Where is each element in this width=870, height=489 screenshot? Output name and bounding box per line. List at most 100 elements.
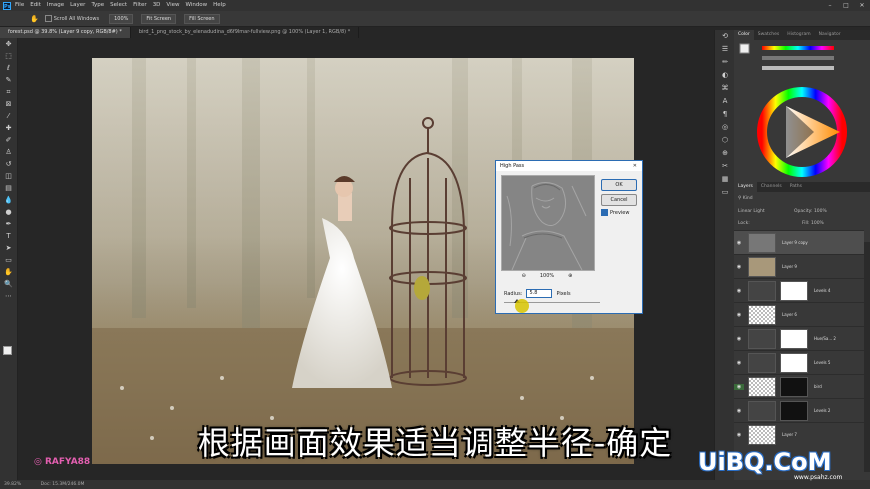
maximize-icon[interactable]: □ xyxy=(838,0,854,11)
menu-window[interactable]: Window xyxy=(185,0,207,11)
properties-icon[interactable]: ☰ xyxy=(715,43,735,56)
move-tool-icon[interactable]: ✥ xyxy=(0,38,17,50)
gradient-tool-icon[interactable]: ▤ xyxy=(0,182,17,194)
menu-view[interactable]: View xyxy=(166,0,179,11)
styles-icon[interactable]: ⌘ xyxy=(715,82,735,95)
dodge-tool-icon[interactable]: ● xyxy=(0,206,17,218)
menu-image[interactable]: Image xyxy=(47,0,64,11)
type-tool-icon[interactable]: T xyxy=(0,230,17,242)
cancel-button[interactable]: Cancel xyxy=(601,194,637,206)
visibility-icon[interactable]: ◉ xyxy=(734,240,744,246)
crop-tool-icon[interactable]: ⌗ xyxy=(0,86,17,98)
history-icon[interactable]: ⟲ xyxy=(715,30,735,43)
layer-row[interactable]: ◉ Levels 5 xyxy=(734,350,864,374)
quick-select-tool-icon[interactable]: ✎ xyxy=(0,74,17,86)
fill-value[interactable]: 100% xyxy=(811,221,824,226)
layer-row[interactable]: ◉ bird xyxy=(734,374,864,398)
hand-tool-icon-2[interactable]: ✋ xyxy=(0,266,17,278)
layer-name: Levels 2 xyxy=(814,408,831,413)
eraser-tool-icon[interactable]: ◫ xyxy=(0,170,17,182)
dialog-titlebar[interactable]: High Pass ✕ xyxy=(496,161,642,171)
shape-tool-icon[interactable]: ▭ xyxy=(0,254,17,266)
timeline-icon[interactable]: ▭ xyxy=(715,186,735,199)
close-icon[interactable]: ✕ xyxy=(633,161,637,171)
tab-paths[interactable]: Paths xyxy=(786,182,806,192)
zoom-out-icon[interactable]: ⊖ xyxy=(522,273,526,279)
visibility-icon[interactable]: ◉ xyxy=(734,312,744,318)
paths-icon[interactable]: ✂ xyxy=(715,160,735,173)
pen-tool-icon[interactable]: ✒ xyxy=(0,218,17,230)
character-icon[interactable]: A xyxy=(715,95,735,108)
menu-edit[interactable]: Edit xyxy=(30,0,41,11)
layer-row[interactable]: ◉ Layer 9 copy xyxy=(734,230,864,254)
tab-color[interactable]: Color xyxy=(734,30,754,40)
libraries-icon[interactable]: ◎ xyxy=(715,121,735,134)
close-icon[interactable]: ✕ xyxy=(854,0,870,11)
layer-filter[interactable]: ⚲ Kind xyxy=(738,196,753,201)
scroll-all-windows-checkbox[interactable]: Scroll All Windows xyxy=(44,15,99,22)
radius-control: Radius: 5.8 Pixels xyxy=(504,289,571,298)
visibility-icon[interactable]: ◉ xyxy=(734,264,744,270)
menu-help[interactable]: Help xyxy=(213,0,226,11)
ok-button[interactable]: OK xyxy=(601,179,637,191)
tab-channels[interactable]: Channels xyxy=(757,182,786,192)
clone-stamp-tool-icon[interactable]: ♙ xyxy=(0,146,17,158)
zoom-100-button[interactable]: 100% xyxy=(109,13,134,24)
lasso-tool-icon[interactable]: ℓ xyxy=(0,62,17,74)
tab-navigator[interactable]: Navigator xyxy=(815,30,845,40)
visibility-icon[interactable]: ◉ xyxy=(734,408,744,414)
filter-preview[interactable] xyxy=(501,175,595,271)
zoom-in-icon[interactable]: ⊕ xyxy=(568,273,572,279)
path-select-tool-icon[interactable]: ➤ xyxy=(0,242,17,254)
adjustments-icon[interactable]: ◐ xyxy=(715,69,735,82)
tab-bird[interactable]: bird_1_png_stock_by_elenadudina_d6f9lmar… xyxy=(131,27,360,38)
frame-tool-icon[interactable]: ⊠ xyxy=(0,98,17,110)
layer-row[interactable]: ◉ Levels 4 xyxy=(734,278,864,302)
menu-layer[interactable]: Layer xyxy=(70,0,85,11)
marquee-tool-icon[interactable]: ⬚ xyxy=(0,50,17,62)
tab-layers[interactable]: Layers xyxy=(734,182,757,192)
minimize-icon[interactable]: – xyxy=(822,0,838,11)
fill-screen-button[interactable]: Fill Screen xyxy=(184,13,220,24)
healing-brush-tool-icon[interactable]: ✚ xyxy=(0,122,17,134)
visibility-icon[interactable]: ◉ xyxy=(734,336,744,342)
brush-tool-icon[interactable]: ✐ xyxy=(0,134,17,146)
menu-file[interactable]: File xyxy=(15,0,24,11)
history-brush-tool-icon[interactable]: ↺ xyxy=(0,158,17,170)
visibility-icon[interactable]: ◉ xyxy=(734,360,744,366)
tab-forest[interactable]: forest.psd @ 39.8% (Layer 9 copy, RGB/8#… xyxy=(0,27,131,38)
zoom-tool-icon[interactable]: 🔍 xyxy=(0,278,17,290)
blur-tool-icon[interactable]: 💧 xyxy=(0,194,17,206)
layer-row[interactable]: ◉ Layer 6 xyxy=(734,302,864,326)
color-wheel-illustration[interactable] xyxy=(734,40,870,182)
menu-filter[interactable]: Filter xyxy=(133,0,147,11)
document-tabs: forest.psd @ 39.8% (Layer 9 copy, RGB/8#… xyxy=(0,27,730,38)
menu-select[interactable]: Select xyxy=(110,0,127,11)
status-zoom[interactable]: 39.82% xyxy=(4,482,21,487)
menu-type[interactable]: Type xyxy=(91,0,104,11)
foreground-color-swatch[interactable] xyxy=(3,346,12,355)
glyphs-icon[interactable]: ⊕ xyxy=(715,147,735,160)
tab-swatches[interactable]: Swatches xyxy=(754,30,784,40)
visibility-icon[interactable]: ◉ xyxy=(734,383,744,390)
radius-input[interactable]: 5.8 xyxy=(526,289,553,298)
blend-mode-select[interactable]: Linear Light xyxy=(738,209,765,214)
swatches-icon[interactable]: ▦ xyxy=(715,173,735,186)
menu-bar: Ps File Edit Image Layer Type Select Fil… xyxy=(0,0,870,11)
layer-row[interactable]: ◉ Layer 9 xyxy=(734,254,864,278)
paragraph-icon[interactable]: ¶ xyxy=(715,108,735,121)
visibility-icon[interactable]: ◉ xyxy=(734,288,744,294)
more-tools-icon[interactable]: ⋯ xyxy=(0,290,17,302)
eyedropper-tool-icon[interactable]: ⁄ xyxy=(0,110,17,122)
fill-control[interactable]: Fill: 100% xyxy=(802,221,824,226)
3d-icon[interactable]: ⬡ xyxy=(715,134,735,147)
brush-settings-icon[interactable]: ✏ xyxy=(715,56,735,69)
opacity-value[interactable]: 100% xyxy=(814,209,827,214)
opacity-control[interactable]: Opacity: 100% xyxy=(794,209,827,214)
tab-histogram[interactable]: Histogram xyxy=(783,30,814,40)
hand-tool-icon[interactable]: ✋ xyxy=(30,15,39,23)
preview-checkbox[interactable]: Preview xyxy=(601,209,629,216)
fit-screen-button[interactable]: Fit Screen xyxy=(141,13,177,24)
menu-3d[interactable]: 3D xyxy=(153,0,161,11)
layer-row[interactable]: ◉ Hue/Sa... 2 xyxy=(734,326,864,350)
